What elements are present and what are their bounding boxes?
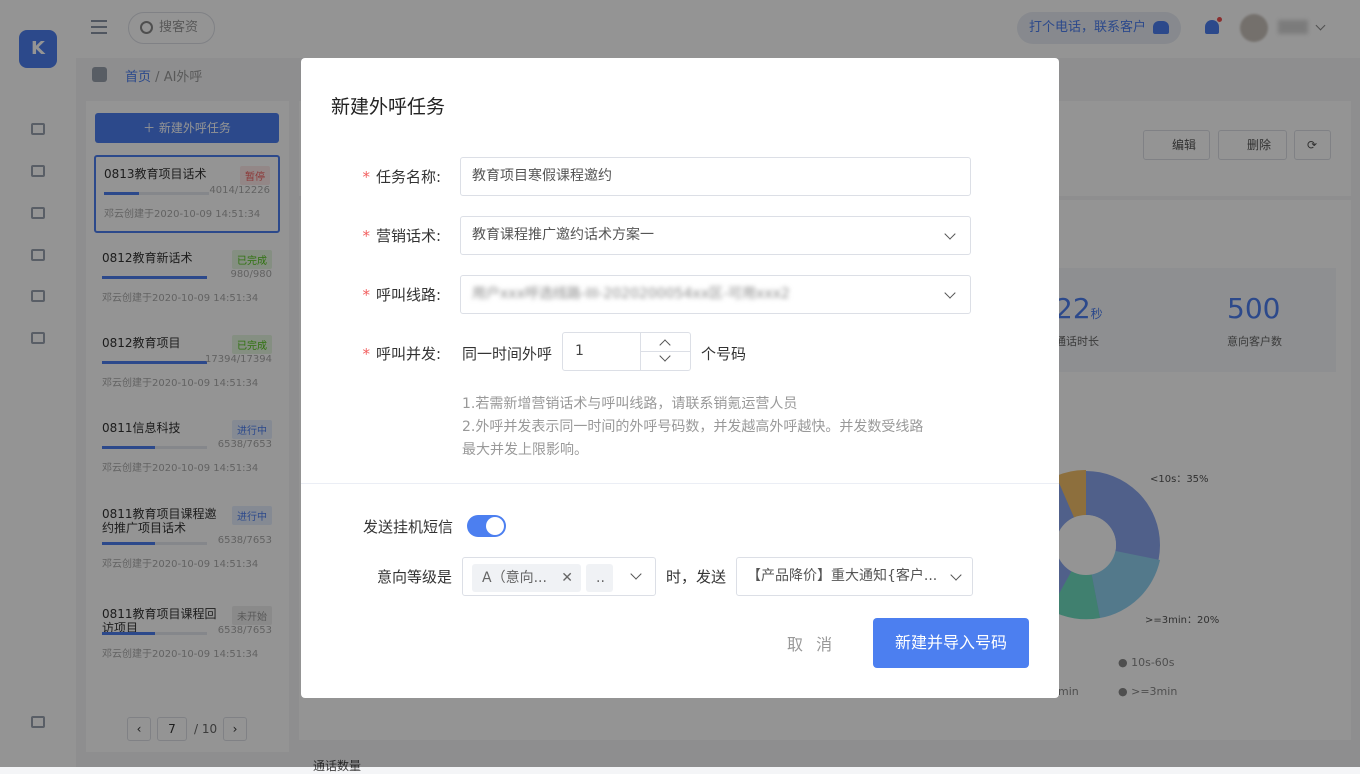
section-divider xyxy=(301,483,1059,484)
sms-label: 发送挂机短信 xyxy=(363,518,454,536)
script-select[interactable]: 教育课程推广邀约话术方案一 xyxy=(460,216,971,255)
new-call-task-modal: 新建外呼任务 * 任务名称: 教育项目寒假课程邀约 * 营销话术: 教育课程推广邀约… xyxy=(301,58,1059,698)
when-send-label: 时，发送 xyxy=(666,568,727,586)
cancel-button[interactable]: 取 消 xyxy=(787,631,836,655)
create-and-import-button[interactable]: 新建并导入号码 xyxy=(873,618,1029,668)
hint-line-3: 最大并发上限影响。 xyxy=(462,442,588,458)
chevron-down-icon xyxy=(950,569,962,581)
call-line-label: * 呼叫线路: xyxy=(362,286,441,304)
concurrency-suffix: 个号码 xyxy=(701,345,747,363)
increment-icon[interactable] xyxy=(659,339,671,351)
chevron-down-icon xyxy=(944,228,956,240)
close-icon[interactable]: ✕ xyxy=(561,564,573,592)
decrement-icon[interactable] xyxy=(659,350,671,362)
task-name-input[interactable]: 教育项目寒假课程邀约 xyxy=(460,157,971,196)
hint-line-1: 1.若需新增营销话术与呼叫线路，请联系销氪运营人员 xyxy=(462,396,798,412)
task-name-label: * 任务名称: xyxy=(362,168,441,186)
intent-tag: A（意向... ✕ xyxy=(472,564,581,592)
modal-title: 新建外呼任务 xyxy=(331,96,446,118)
intent-more-tag: .. xyxy=(586,564,613,592)
chevron-down-icon xyxy=(944,287,956,299)
concurrency-label: * 呼叫并发: xyxy=(362,345,441,363)
sms-template-select[interactable]: 【产品降价】重大通知{客户... xyxy=(736,557,973,596)
concurrency-prefix: 同一时间外呼 xyxy=(462,345,553,363)
sms-toggle[interactable] xyxy=(467,515,506,537)
hint-line-2: 2.外呼并发表示同一时间的外呼号码数，并发越高外呼越快。并发数受线路 xyxy=(462,419,924,435)
concurrency-stepper[interactable]: 1 xyxy=(562,332,691,371)
call-line-select[interactable]: 用户xxx呼选线路-III-2020200054xx区-可用xxx2 xyxy=(460,275,971,314)
intent-level-label: 意向等级是 xyxy=(377,568,453,586)
concurrency-value[interactable]: 1 xyxy=(575,343,584,359)
script-label: * 营销话术: xyxy=(362,227,441,245)
